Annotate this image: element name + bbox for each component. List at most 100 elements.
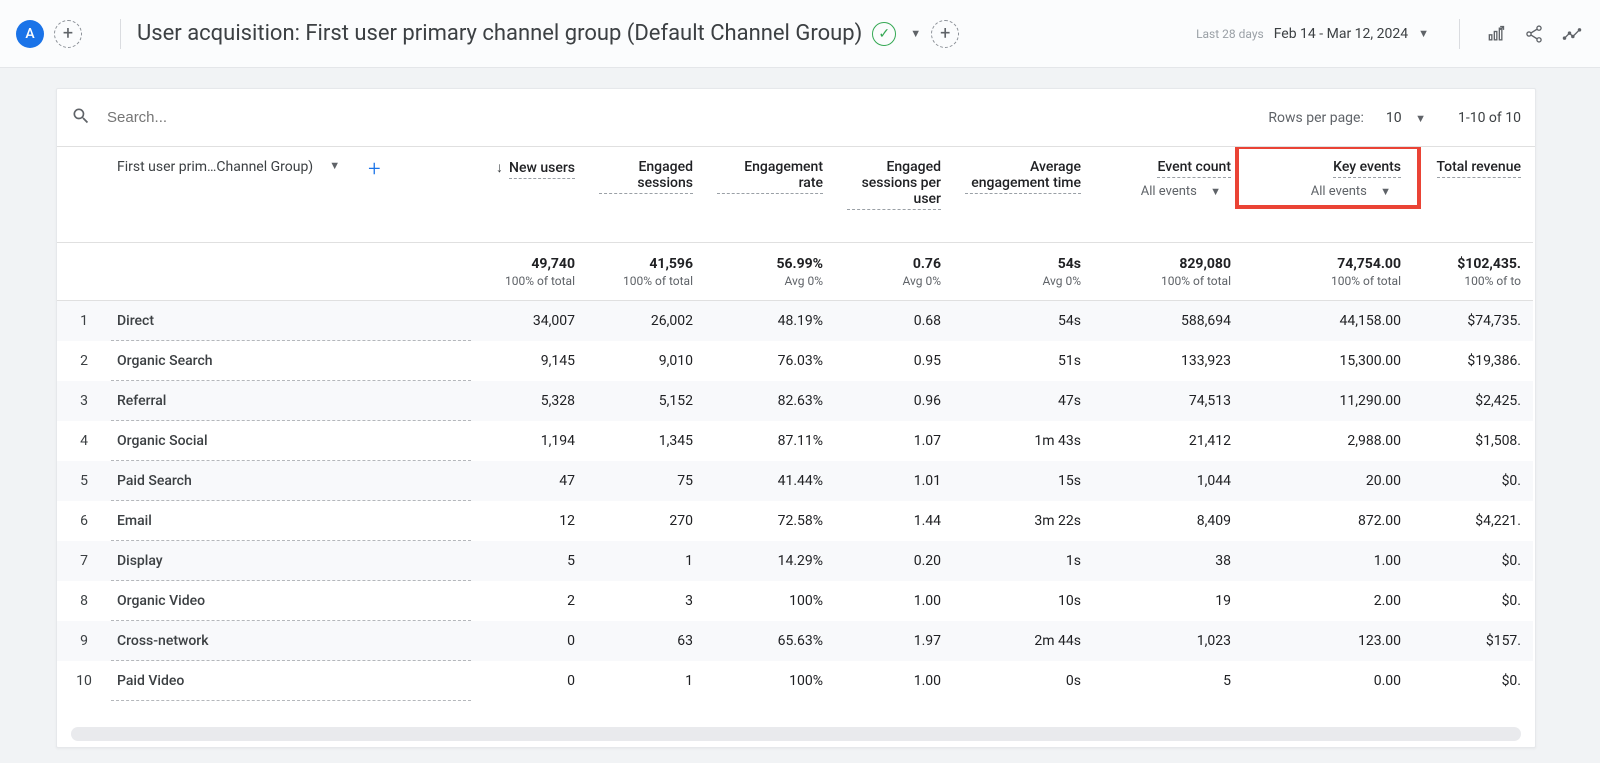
col-avg-eng-time[interactable]: Average engagement time bbox=[953, 147, 1093, 243]
date-range-value: Feb 14 - Mar 12, 2024 bbox=[1274, 26, 1408, 42]
cell-avg-eng-time: 15s bbox=[953, 461, 1093, 501]
cell-engaged-sessions: 26,002 bbox=[587, 301, 705, 341]
col-new-users[interactable]: ↓New users bbox=[471, 147, 587, 243]
cell-engagement-rate: 82.63% bbox=[705, 381, 835, 421]
cell-key-events: 15,300.00 bbox=[1243, 341, 1413, 381]
top-bar: A + User acquisition: First user primary… bbox=[0, 0, 1600, 68]
idx: 4 bbox=[57, 421, 111, 461]
idx: 7 bbox=[57, 541, 111, 581]
cell-engaged-per-user: 1.97 bbox=[835, 621, 953, 661]
header-index bbox=[57, 147, 111, 243]
cell-engaged-sessions: 1 bbox=[587, 661, 705, 701]
cell-engaged-per-user: 1.07 bbox=[835, 421, 953, 461]
cell-new-users: 1,194 bbox=[471, 421, 587, 461]
search-bar: Rows per page: 10 ▼ 1-10 of 10 bbox=[57, 89, 1535, 147]
cell-key-events: 44,158.00 bbox=[1243, 301, 1413, 341]
dimension-value: Organic Search bbox=[111, 341, 471, 381]
cell-key-events: 0.00 bbox=[1243, 661, 1413, 701]
table-scroll-region[interactable]: First user prim…Channel Group) ▼ + ↓New … bbox=[57, 147, 1535, 717]
cell-engaged-per-user: 1.01 bbox=[835, 461, 953, 501]
cell-avg-eng-time: 0s bbox=[953, 661, 1093, 701]
dimension-value: Organic Video bbox=[111, 581, 471, 621]
edit-chart-icon[interactable] bbox=[1486, 24, 1506, 44]
cell-event-count: 1,023 bbox=[1093, 621, 1243, 661]
cell-new-users: 5,328 bbox=[471, 381, 587, 421]
add-element-button[interactable]: + bbox=[931, 20, 959, 48]
cell-event-count: 1,044 bbox=[1093, 461, 1243, 501]
page-range: 1-10 of 10 bbox=[1458, 110, 1521, 126]
cell-total-revenue: $0. bbox=[1413, 541, 1533, 581]
cell-avg-eng-time: 10s bbox=[953, 581, 1093, 621]
cell-new-users: 9,145 bbox=[471, 341, 587, 381]
cell-key-events: 20.00 bbox=[1243, 461, 1413, 501]
date-range-picker[interactable]: Last 28 days Feb 14 - Mar 12, 2024 ▼ bbox=[1196, 26, 1439, 42]
divider bbox=[1459, 19, 1460, 49]
cell-key-events: 2.00 bbox=[1243, 581, 1413, 621]
cell-avg-eng-time: 54s bbox=[953, 301, 1093, 341]
plus-icon: + bbox=[63, 23, 73, 44]
cell-avg-eng-time: 1m 43s bbox=[953, 421, 1093, 461]
add-comparison-button[interactable]: + bbox=[54, 20, 82, 48]
idx: 3 bbox=[57, 381, 111, 421]
col-engaged-sessions[interactable]: Engaged sessions bbox=[587, 147, 705, 243]
cell-engaged-sessions: 1 bbox=[587, 541, 705, 581]
cell-event-count: 588,694 bbox=[1093, 301, 1243, 341]
avatar[interactable]: A bbox=[16, 20, 44, 48]
cell-key-events: 1.00 bbox=[1243, 541, 1413, 581]
cell-event-count: 19 bbox=[1093, 581, 1243, 621]
col-key-events[interactable]: Key events All events ▼ bbox=[1243, 147, 1413, 243]
cell-event-count: 21,412 bbox=[1093, 421, 1243, 461]
cell-engaged-sessions: 9,010 bbox=[587, 341, 705, 381]
chevron-down-icon: ▼ bbox=[329, 159, 340, 172]
search-icon bbox=[71, 106, 91, 130]
dimension-value: Paid Search bbox=[111, 461, 471, 501]
col-event-count[interactable]: Event count All events ▼ bbox=[1093, 147, 1243, 243]
cell-engaged-per-user: 1.00 bbox=[835, 661, 953, 701]
page-title: User acquisition: First user primary cha… bbox=[137, 21, 862, 46]
cell-total-revenue: $0. bbox=[1413, 581, 1533, 621]
cell-total-revenue: $157. bbox=[1413, 621, 1533, 661]
cell-engagement-rate: 87.11% bbox=[705, 421, 835, 461]
cell-engaged-per-user: 0.95 bbox=[835, 341, 953, 381]
horizontal-scrollbar[interactable] bbox=[71, 727, 1521, 741]
cell-engagement-rate: 72.58% bbox=[705, 501, 835, 541]
divider bbox=[120, 19, 121, 49]
col-engagement-rate[interactable]: Engagement rate bbox=[705, 147, 835, 243]
chevron-down-icon: ▼ bbox=[1380, 185, 1391, 198]
cell-engaged-per-user: 1.00 bbox=[835, 581, 953, 621]
cell-engagement-rate: 65.63% bbox=[705, 621, 835, 661]
cell-engagement-rate: 76.03% bbox=[705, 341, 835, 381]
search-input[interactable] bbox=[107, 109, 1268, 126]
cell-new-users: 0 bbox=[471, 621, 587, 661]
cell-event-count: 74,513 bbox=[1093, 381, 1243, 421]
dimension-value: Cross-network bbox=[111, 621, 471, 661]
insights-icon[interactable] bbox=[1562, 24, 1582, 44]
cell-engaged-sessions: 1,345 bbox=[587, 421, 705, 461]
dimension-header[interactable]: First user prim…Channel Group) ▼ + bbox=[111, 147, 471, 243]
cell-avg-eng-time: 3m 22s bbox=[953, 501, 1093, 541]
status-verified-icon[interactable]: ✓ bbox=[872, 22, 896, 46]
cell-new-users: 2 bbox=[471, 581, 587, 621]
cell-engagement-rate: 100% bbox=[705, 661, 835, 701]
col-engaged-per-user[interactable]: Engaged sessions per user bbox=[835, 147, 953, 243]
cell-total-revenue: $2,425. bbox=[1413, 381, 1533, 421]
cell-total-revenue: $0. bbox=[1413, 661, 1533, 701]
cell-key-events: 2,988.00 bbox=[1243, 421, 1413, 461]
col-total-revenue[interactable]: Total revenue bbox=[1413, 147, 1533, 243]
share-icon[interactable] bbox=[1524, 24, 1544, 44]
report-card: Rows per page: 10 ▼ 1-10 of 10 First use… bbox=[56, 88, 1536, 748]
cell-engaged-sessions: 270 bbox=[587, 501, 705, 541]
cell-engagement-rate: 100% bbox=[705, 581, 835, 621]
cell-total-revenue: $4,221. bbox=[1413, 501, 1533, 541]
cell-engaged-sessions: 3 bbox=[587, 581, 705, 621]
data-table: First user prim…Channel Group) ▼ + ↓New … bbox=[57, 147, 1535, 701]
status-dropdown-icon[interactable]: ▼ bbox=[910, 27, 921, 40]
cell-new-users: 5 bbox=[471, 541, 587, 581]
rows-per-page-select[interactable]: 10 ▼ bbox=[1386, 110, 1436, 126]
cell-total-revenue: $74,735. bbox=[1413, 301, 1533, 341]
add-dimension-icon[interactable]: + bbox=[368, 159, 380, 181]
dimension-value: Paid Video bbox=[111, 661, 471, 701]
idx: 9 bbox=[57, 621, 111, 661]
date-range-label: Last 28 days bbox=[1196, 27, 1264, 41]
chevron-down-icon: ▼ bbox=[1415, 112, 1426, 125]
